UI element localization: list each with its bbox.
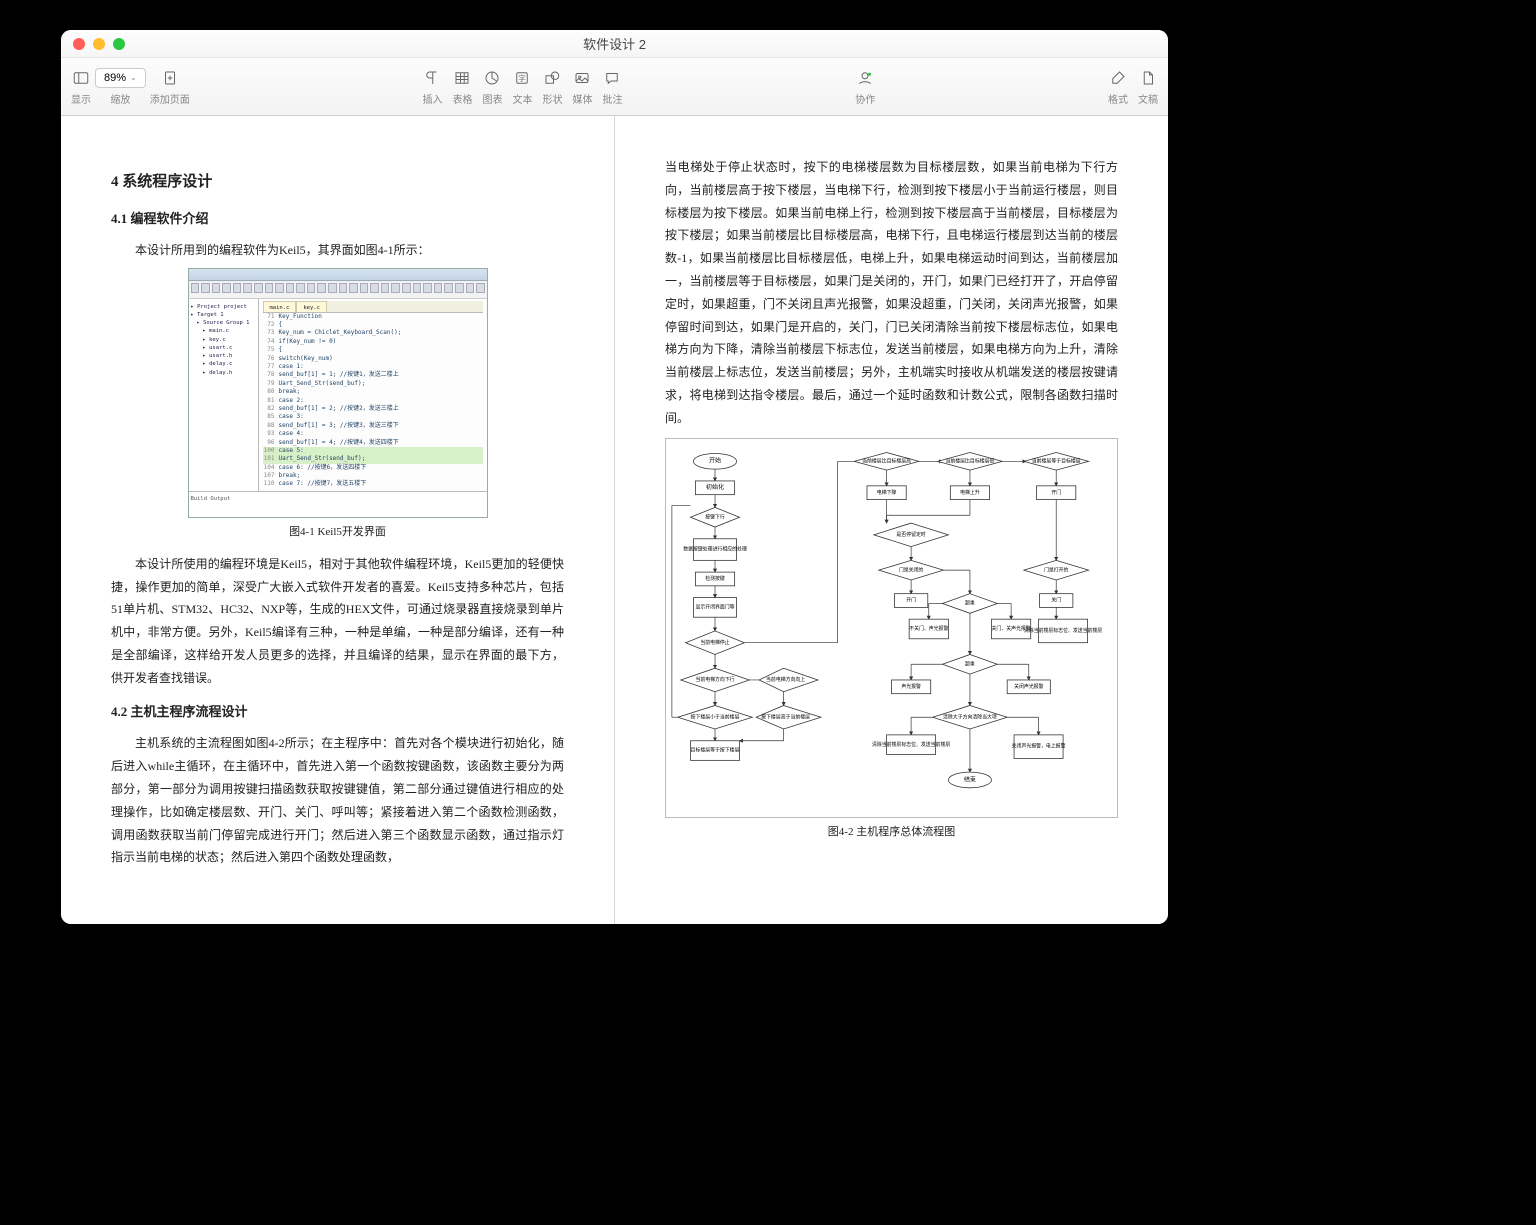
zoom-select[interactable]: 89% ⌄	[95, 68, 146, 88]
svg-text:数据按键处理进行相应的处理: 数据按键处理进行相应的处理	[683, 545, 747, 552]
table-group[interactable]: 表格	[452, 68, 472, 106]
svg-text:清除大于方向清除当大项: 清除大于方向清除当大项	[943, 713, 997, 720]
heading-4-2: 4.2 主机主程序流程设计	[111, 700, 564, 725]
text-icon: 字	[512, 68, 532, 88]
svg-text:当前电梯停止: 当前电梯停止	[700, 638, 729, 645]
comment-group[interactable]: 批注	[602, 68, 622, 106]
svg-text:检测按键: 检测按键	[705, 575, 725, 582]
zoom-group[interactable]: 89% ⌄ 缩放	[95, 68, 146, 106]
fig4-1-caption: 图4-1 Keil5开发界面	[111, 522, 564, 543]
page-right: 当电梯处于停止状态时，按下的电梯楼层数为目标楼层数，如果当前电梯为下行方向，当前…	[615, 116, 1168, 924]
svg-text:超重: 超重	[965, 599, 975, 606]
view-group[interactable]: 显示	[71, 68, 91, 106]
pie-icon	[482, 68, 502, 88]
add-page-group[interactable]: 添加页面	[150, 68, 190, 106]
svg-text:开门: 开门	[1051, 488, 1061, 495]
svg-text:开门: 开门	[906, 596, 916, 603]
media-icon	[572, 68, 592, 88]
svg-text:当前楼层比目标楼层低: 当前楼层比目标楼层低	[945, 457, 994, 464]
svg-text:当前电梯方向向上: 当前电梯方向向上	[766, 676, 805, 683]
figure-keil-screenshot: ▸ Project project▸ Target 1▸ Source Grou…	[188, 268, 488, 518]
media-group[interactable]: 媒体	[572, 68, 592, 106]
heading-4: 4 系统程序设计	[111, 168, 564, 197]
svg-text:门是关闭的: 门是关闭的	[899, 566, 924, 573]
svg-text:显示开闭界面门等: 显示开闭界面门等	[695, 603, 734, 610]
svg-text:当前电梯方向下行: 当前电梯方向下行	[695, 676, 734, 683]
p4-2-1: 主机系统的主流程图如图4-2所示；在主程序中：首先对各个模块进行初始化，随后进入…	[111, 732, 564, 869]
svg-text:当前楼层等于目标楼层: 当前楼层等于目标楼层	[1032, 457, 1081, 464]
p4-1-2: 本设计所使用的编程环境是Keil5，相对于其他软件编程环境，Keil5更加的轻便…	[111, 553, 564, 690]
insert-group[interactable]: 插入	[422, 68, 442, 106]
titlebar: 软件设计 2	[61, 30, 1168, 58]
svg-text:当前楼层比目标楼层高: 当前楼层比目标楼层高	[862, 457, 911, 464]
shape-icon	[542, 68, 562, 88]
comment-icon	[602, 68, 622, 88]
document-icon	[1138, 68, 1158, 88]
svg-text:是否停留定时: 是否停留定时	[896, 531, 925, 538]
svg-text:结束: 结束	[964, 775, 976, 783]
sidebar-icon[interactable]	[71, 68, 91, 88]
page-left: 4 系统程序设计 4.1 编程软件介绍 本设计所用到的编程软件为Keil5，其界…	[61, 116, 614, 924]
window-title: 软件设计 2	[61, 34, 1168, 53]
svg-text:门是打开的: 门是打开的	[1044, 566, 1069, 573]
heading-4-1: 4.1 编程软件介绍	[111, 207, 564, 232]
collab-group[interactable]: 协作	[855, 68, 875, 106]
svg-text:不关门、声光报警: 不关门、声光报警	[909, 625, 948, 632]
brush-icon	[1108, 68, 1128, 88]
svg-text:开始: 开始	[709, 456, 721, 464]
svg-text:超重: 超重	[965, 660, 975, 667]
svg-text:关闭声光报警: 关闭声光报警	[1014, 683, 1043, 690]
p4-1-1: 本设计所用到的编程软件为Keil5，其界面如图4-1所示：	[111, 239, 564, 262]
fig4-2-caption: 图4-2 主机程序总体流程图	[665, 822, 1118, 843]
svg-text:目标楼层等于按下楼层: 目标楼层等于按下楼层	[691, 746, 740, 753]
chart-group[interactable]: 图表	[482, 68, 502, 106]
svg-text:清除当前楼层标志位、发送当前楼层: 清除当前楼层标志位、发送当前楼层	[1024, 627, 1102, 634]
svg-text:声光报警: 声光报警	[901, 683, 921, 690]
svg-text:按下楼层小于当前楼层: 按下楼层小于当前楼层	[691, 713, 740, 720]
figure-flowchart: 开始 初始化 按键下行 数据按键处理进行相应的处理 检测按键 显示开闭界面门等 …	[665, 438, 1118, 818]
text-group[interactable]: 字 文本	[512, 68, 532, 106]
format-group[interactable]: 格式	[1108, 68, 1128, 106]
toolbar: 显示 89% ⌄ 缩放 添加页面 插入 表格	[61, 58, 1168, 116]
app-window: 软件设计 2 显示 89% ⌄ 缩放 添加页面 插入	[61, 30, 1168, 924]
svg-text:按键下行: 按键下行	[705, 513, 725, 520]
svg-text:关门: 关门	[1051, 596, 1061, 603]
document-group[interactable]: 文稿	[1138, 68, 1158, 106]
p4-2-cont: 当电梯处于停止状态时，按下的电梯楼层数为目标楼层数，如果当前电梯为下行方向，当前…	[665, 156, 1118, 430]
shape-group[interactable]: 形状	[542, 68, 562, 106]
svg-text:关闭声光报警，电上报警: 关闭声光报警，电上报警	[1012, 742, 1066, 749]
paragraph-icon	[422, 68, 442, 88]
chevron-down-icon: ⌄	[130, 73, 137, 82]
svg-text:清除当前楼层标志位、发送当前楼层: 清除当前楼层标志位、发送当前楼层	[872, 740, 950, 747]
svg-text:初始化: 初始化	[706, 483, 724, 491]
svg-text:字: 字	[519, 73, 527, 83]
collab-icon	[855, 68, 875, 88]
svg-text:电梯下降: 电梯下降	[877, 488, 897, 495]
svg-text:按下楼层高于当前楼层: 按下楼层高于当前楼层	[761, 713, 810, 720]
add-page-icon[interactable]	[160, 68, 180, 88]
svg-text:电梯上升: 电梯上升	[960, 488, 980, 495]
table-icon	[452, 68, 472, 88]
document-content[interactable]: 4 系统程序设计 4.1 编程软件介绍 本设计所用到的编程软件为Keil5，其界…	[61, 116, 1168, 924]
